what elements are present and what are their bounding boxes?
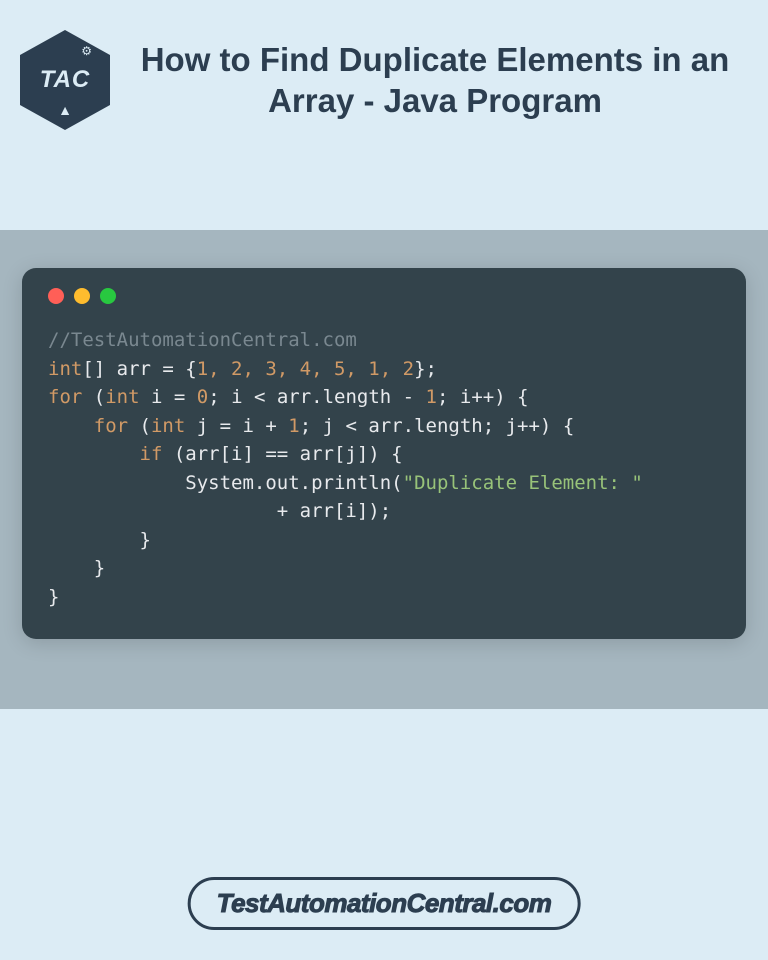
code-token: i = <box>140 386 197 408</box>
code-token: ; i++) { <box>437 386 529 408</box>
code-token: + arr[i]); <box>277 500 391 522</box>
code-token: [] arr = { <box>82 358 196 380</box>
code-token <box>48 415 94 437</box>
code-token: 1 <box>288 415 299 437</box>
code-token: 1 <box>426 386 437 408</box>
code-token: int <box>105 386 139 408</box>
code-token: ( <box>82 386 105 408</box>
code-token: "Duplicate Element: " <box>403 472 643 494</box>
page-title: How to Find Duplicate Elements in an Arr… <box>122 39 748 122</box>
code-token: for <box>48 386 82 408</box>
header: ⚙ TAC ▲ How to Find Duplicate Elements i… <box>0 0 768 150</box>
close-icon <box>48 288 64 304</box>
code-token: for <box>94 415 128 437</box>
code-token: 0 <box>197 386 208 408</box>
gear-icon: ⚙ <box>81 44 92 58</box>
code-token: ; j < arr.length; j++) { <box>300 415 575 437</box>
logo-text: TAC <box>40 66 91 94</box>
code-token: } <box>48 557 105 579</box>
minimize-icon <box>74 288 90 304</box>
code-block: //TestAutomationCentral.com int[] arr = … <box>48 326 720 611</box>
code-token: if <box>140 443 163 465</box>
logo-badge: ⚙ TAC ▲ <box>20 30 110 130</box>
code-token: } <box>48 529 151 551</box>
code-window: //TestAutomationCentral.com int[] arr = … <box>22 268 746 639</box>
code-token: 1, 2, 3, 4, 5, 1, 2 <box>197 358 414 380</box>
window-controls <box>48 288 720 304</box>
code-token <box>48 443 140 465</box>
code-token: (arr[i] == arr[j]) { <box>162 443 402 465</box>
code-token: ( <box>128 415 151 437</box>
code-token: } <box>48 586 59 608</box>
code-token <box>48 472 185 494</box>
code-token: System.out.println( <box>185 472 402 494</box>
maximize-icon <box>100 288 116 304</box>
code-token: int <box>151 415 185 437</box>
code-token: }; <box>414 358 437 380</box>
code-token: int <box>48 358 82 380</box>
code-token <box>48 500 277 522</box>
footer-text: TestAutomationCentral.com <box>217 888 552 918</box>
footer-badge: TestAutomationCentral.com <box>188 877 581 930</box>
code-token: ; i < arr.length - <box>208 386 425 408</box>
code-comment: //TestAutomationCentral.com <box>48 329 357 351</box>
cube-icon: ▲ <box>58 102 72 118</box>
code-section: //TestAutomationCentral.com int[] arr = … <box>0 230 768 709</box>
code-token: j = i + <box>185 415 288 437</box>
